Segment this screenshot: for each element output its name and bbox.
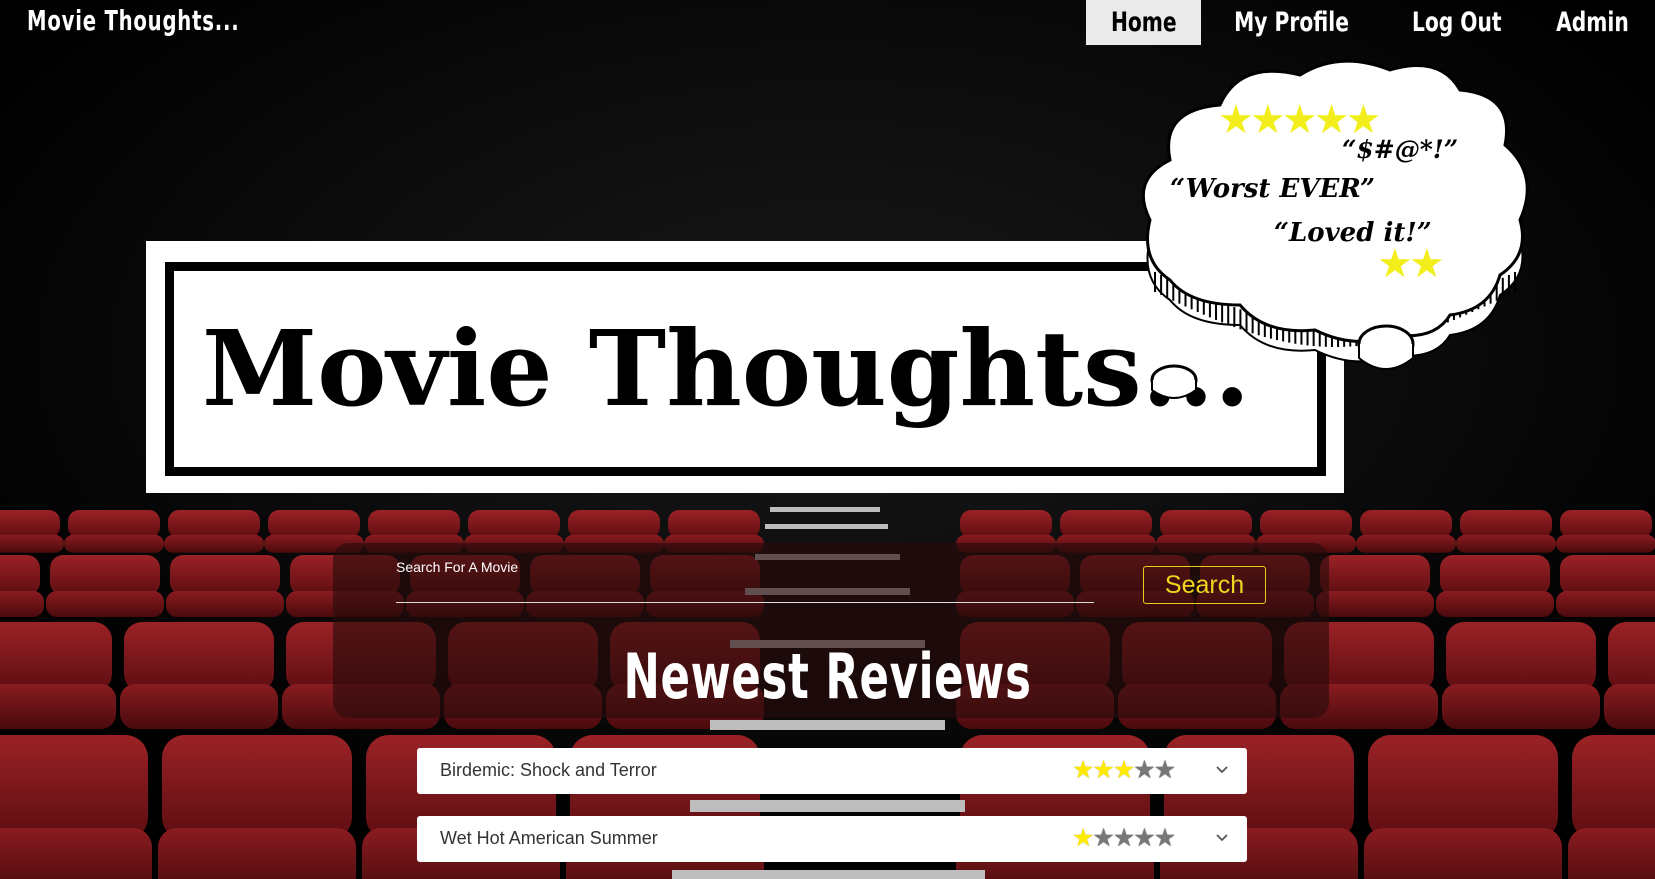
page: Movie Thoughts... Home My Profile Log Ou… — [0, 0, 1655, 879]
star-empty-icon: ★ — [1112, 824, 1135, 852]
bubble-stars-bottom: ★★ — [1377, 242, 1445, 286]
nav-admin-label: Admin — [1556, 7, 1629, 38]
nav-my-profile-label: My Profile — [1234, 7, 1350, 38]
review-title: Birdemic: Shock and Terror — [440, 760, 657, 780]
star-empty-icon: ★ — [1153, 824, 1176, 852]
bubble-stars-top: ★★★★★ — [1218, 98, 1381, 142]
star-icon: ★ — [1313, 98, 1350, 142]
top-navbar: Movie Thoughts... Home My Profile Log Ou… — [0, 0, 1655, 45]
brand-link[interactable]: Movie Thoughts... — [27, 4, 239, 37]
chevron-down-icon[interactable] — [1214, 829, 1230, 845]
nav-log-out-label: Log Out — [1411, 7, 1502, 38]
star-empty-icon: ★ — [1092, 824, 1114, 852]
star-icon: ★ — [1249, 98, 1286, 142]
nav-admin[interactable]: Admin — [1530, 0, 1655, 45]
nav-links: Home My Profile Log Out Admin — [1085, 0, 1655, 45]
review-card-0[interactable]: Birdemic: Shock and Terror ★★★★★ — [417, 748, 1247, 794]
review-title: Wet Hot American Summer — [440, 828, 658, 848]
newest-reviews-heading: Newest Reviews — [0, 646, 1655, 708]
star-empty-icon: ★ — [1153, 756, 1176, 784]
search-input[interactable] — [396, 580, 1094, 603]
star-filled-icon: ★ — [1072, 756, 1094, 784]
newest-reviews-heading-text: Newest Reviews — [623, 640, 1032, 713]
bubble-quote-2: “Worst EVER” — [1170, 174, 1375, 204]
star-icon: ★ — [1218, 98, 1254, 142]
nav-my-profile[interactable]: My Profile — [1201, 0, 1382, 45]
nav-log-out[interactable]: Log Out — [1383, 0, 1531, 45]
star-icon: ★ — [1408, 242, 1445, 286]
search-button[interactable]: Search — [1143, 566, 1266, 604]
logo-title: Movie Thoughts... — [202, 307, 1251, 430]
star-empty-icon: ★ — [1133, 824, 1155, 852]
review-rating: ★★★★★ — [1072, 756, 1176, 784]
nav-home-label: Home — [1110, 7, 1177, 38]
star-icon: ★ — [1281, 98, 1318, 142]
star-empty-icon: ★ — [1133, 756, 1155, 784]
search-label: Search For A Movie — [396, 559, 519, 575]
review-rating: ★★★★★ — [1072, 824, 1176, 852]
star-icon: ★ — [1377, 242, 1413, 286]
star-filled-icon: ★ — [1092, 756, 1114, 784]
star-filled-icon: ★ — [1112, 756, 1135, 784]
nav-home[interactable]: Home — [1085, 0, 1202, 45]
review-card-1[interactable]: Wet Hot American Summer ★★★★★ — [417, 816, 1247, 862]
bubble-quote-1: “$#@*!” — [1342, 135, 1459, 164]
chevron-down-icon[interactable] — [1214, 761, 1230, 777]
star-filled-icon: ★ — [1072, 824, 1094, 852]
